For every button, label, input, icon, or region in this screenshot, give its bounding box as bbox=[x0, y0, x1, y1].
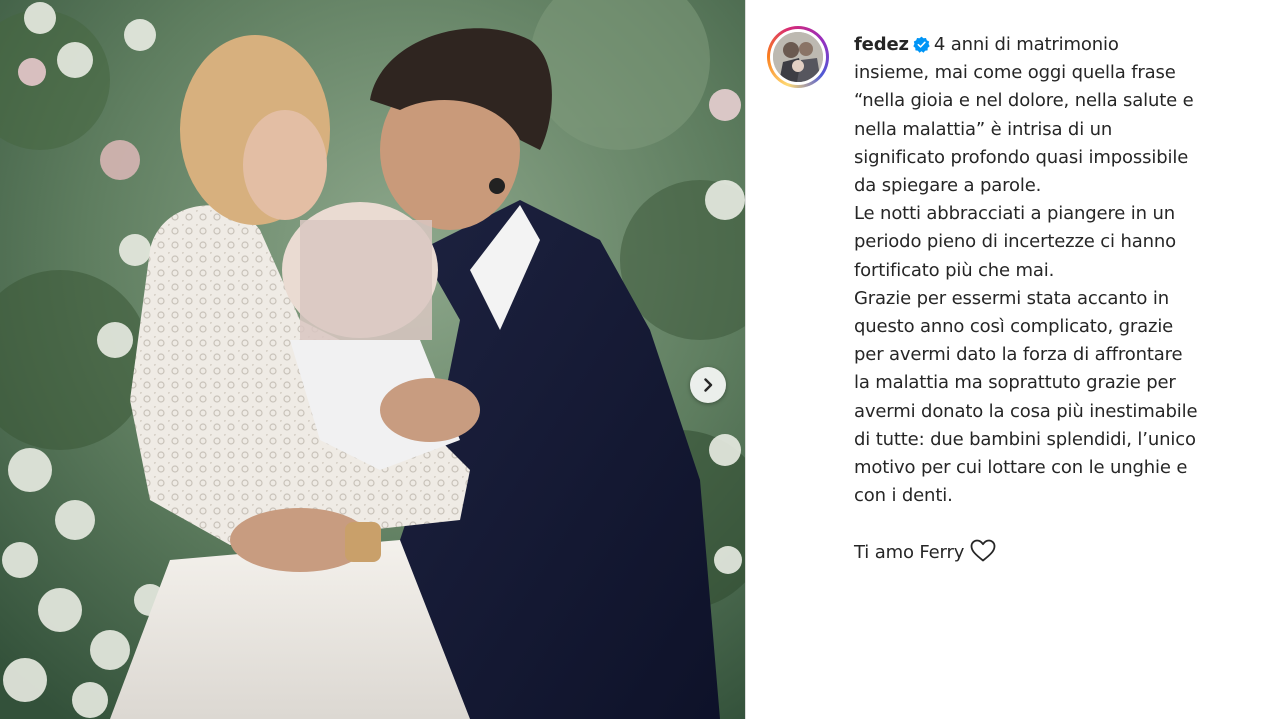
caption-closing: Ti amo Ferry bbox=[854, 541, 965, 563]
caption-line: da spiegare a parole. bbox=[854, 175, 1042, 197]
caption-line: Grazie per essermi stata accanto in bbox=[854, 287, 1169, 309]
carousel-next-button[interactable] bbox=[690, 367, 726, 403]
caption-line: significato profondo quasi impossibile bbox=[854, 146, 1189, 168]
heart-outline-icon[interactable] bbox=[970, 539, 996, 562]
caption-line: motivo per cui lottare con le unghie e bbox=[854, 457, 1188, 479]
story-ring[interactable] bbox=[767, 26, 829, 88]
caption-line: Le notti abbracciati a piangere in un bbox=[854, 203, 1175, 225]
caption-line: questo anno così complicato, grazie bbox=[854, 316, 1174, 338]
caption-line: di tutte: due bambini splendidi, l’unico bbox=[854, 428, 1196, 450]
verified-badge-icon bbox=[913, 36, 930, 53]
caption-line: avermi donato la cosa più inestimabile bbox=[854, 400, 1198, 422]
instagram-post: fedez 4 anni di matrimonio insieme, mai c… bbox=[0, 0, 1280, 719]
post-caption: fedez 4 anni di matrimonio insieme, mai c… bbox=[854, 31, 1254, 567]
wedding-photo bbox=[0, 0, 745, 719]
caption-line: insieme, mai come oggi quella frase bbox=[854, 62, 1176, 84]
caption-line: nella malattia” è intrisa di un bbox=[854, 118, 1113, 140]
post-photo[interactable] bbox=[0, 0, 745, 719]
avatar bbox=[773, 32, 823, 82]
chevron-right-icon bbox=[704, 378, 713, 392]
caption-first-line: 4 anni di matrimonio bbox=[933, 34, 1119, 55]
caption-line: con i denti. bbox=[854, 485, 953, 507]
caption-line: “nella gioia e nel dolore, nella salute … bbox=[854, 90, 1194, 112]
caption-line: fortificato più che mai. bbox=[854, 259, 1055, 281]
caption-line: la malattia ma soprattuto grazie per bbox=[854, 372, 1176, 394]
username-link[interactable]: fedez bbox=[854, 34, 909, 55]
caption-line: per avermi dato la forza di affrontare bbox=[854, 344, 1183, 366]
caption-line: periodo pieno di incertezze ci hanno bbox=[854, 231, 1176, 253]
